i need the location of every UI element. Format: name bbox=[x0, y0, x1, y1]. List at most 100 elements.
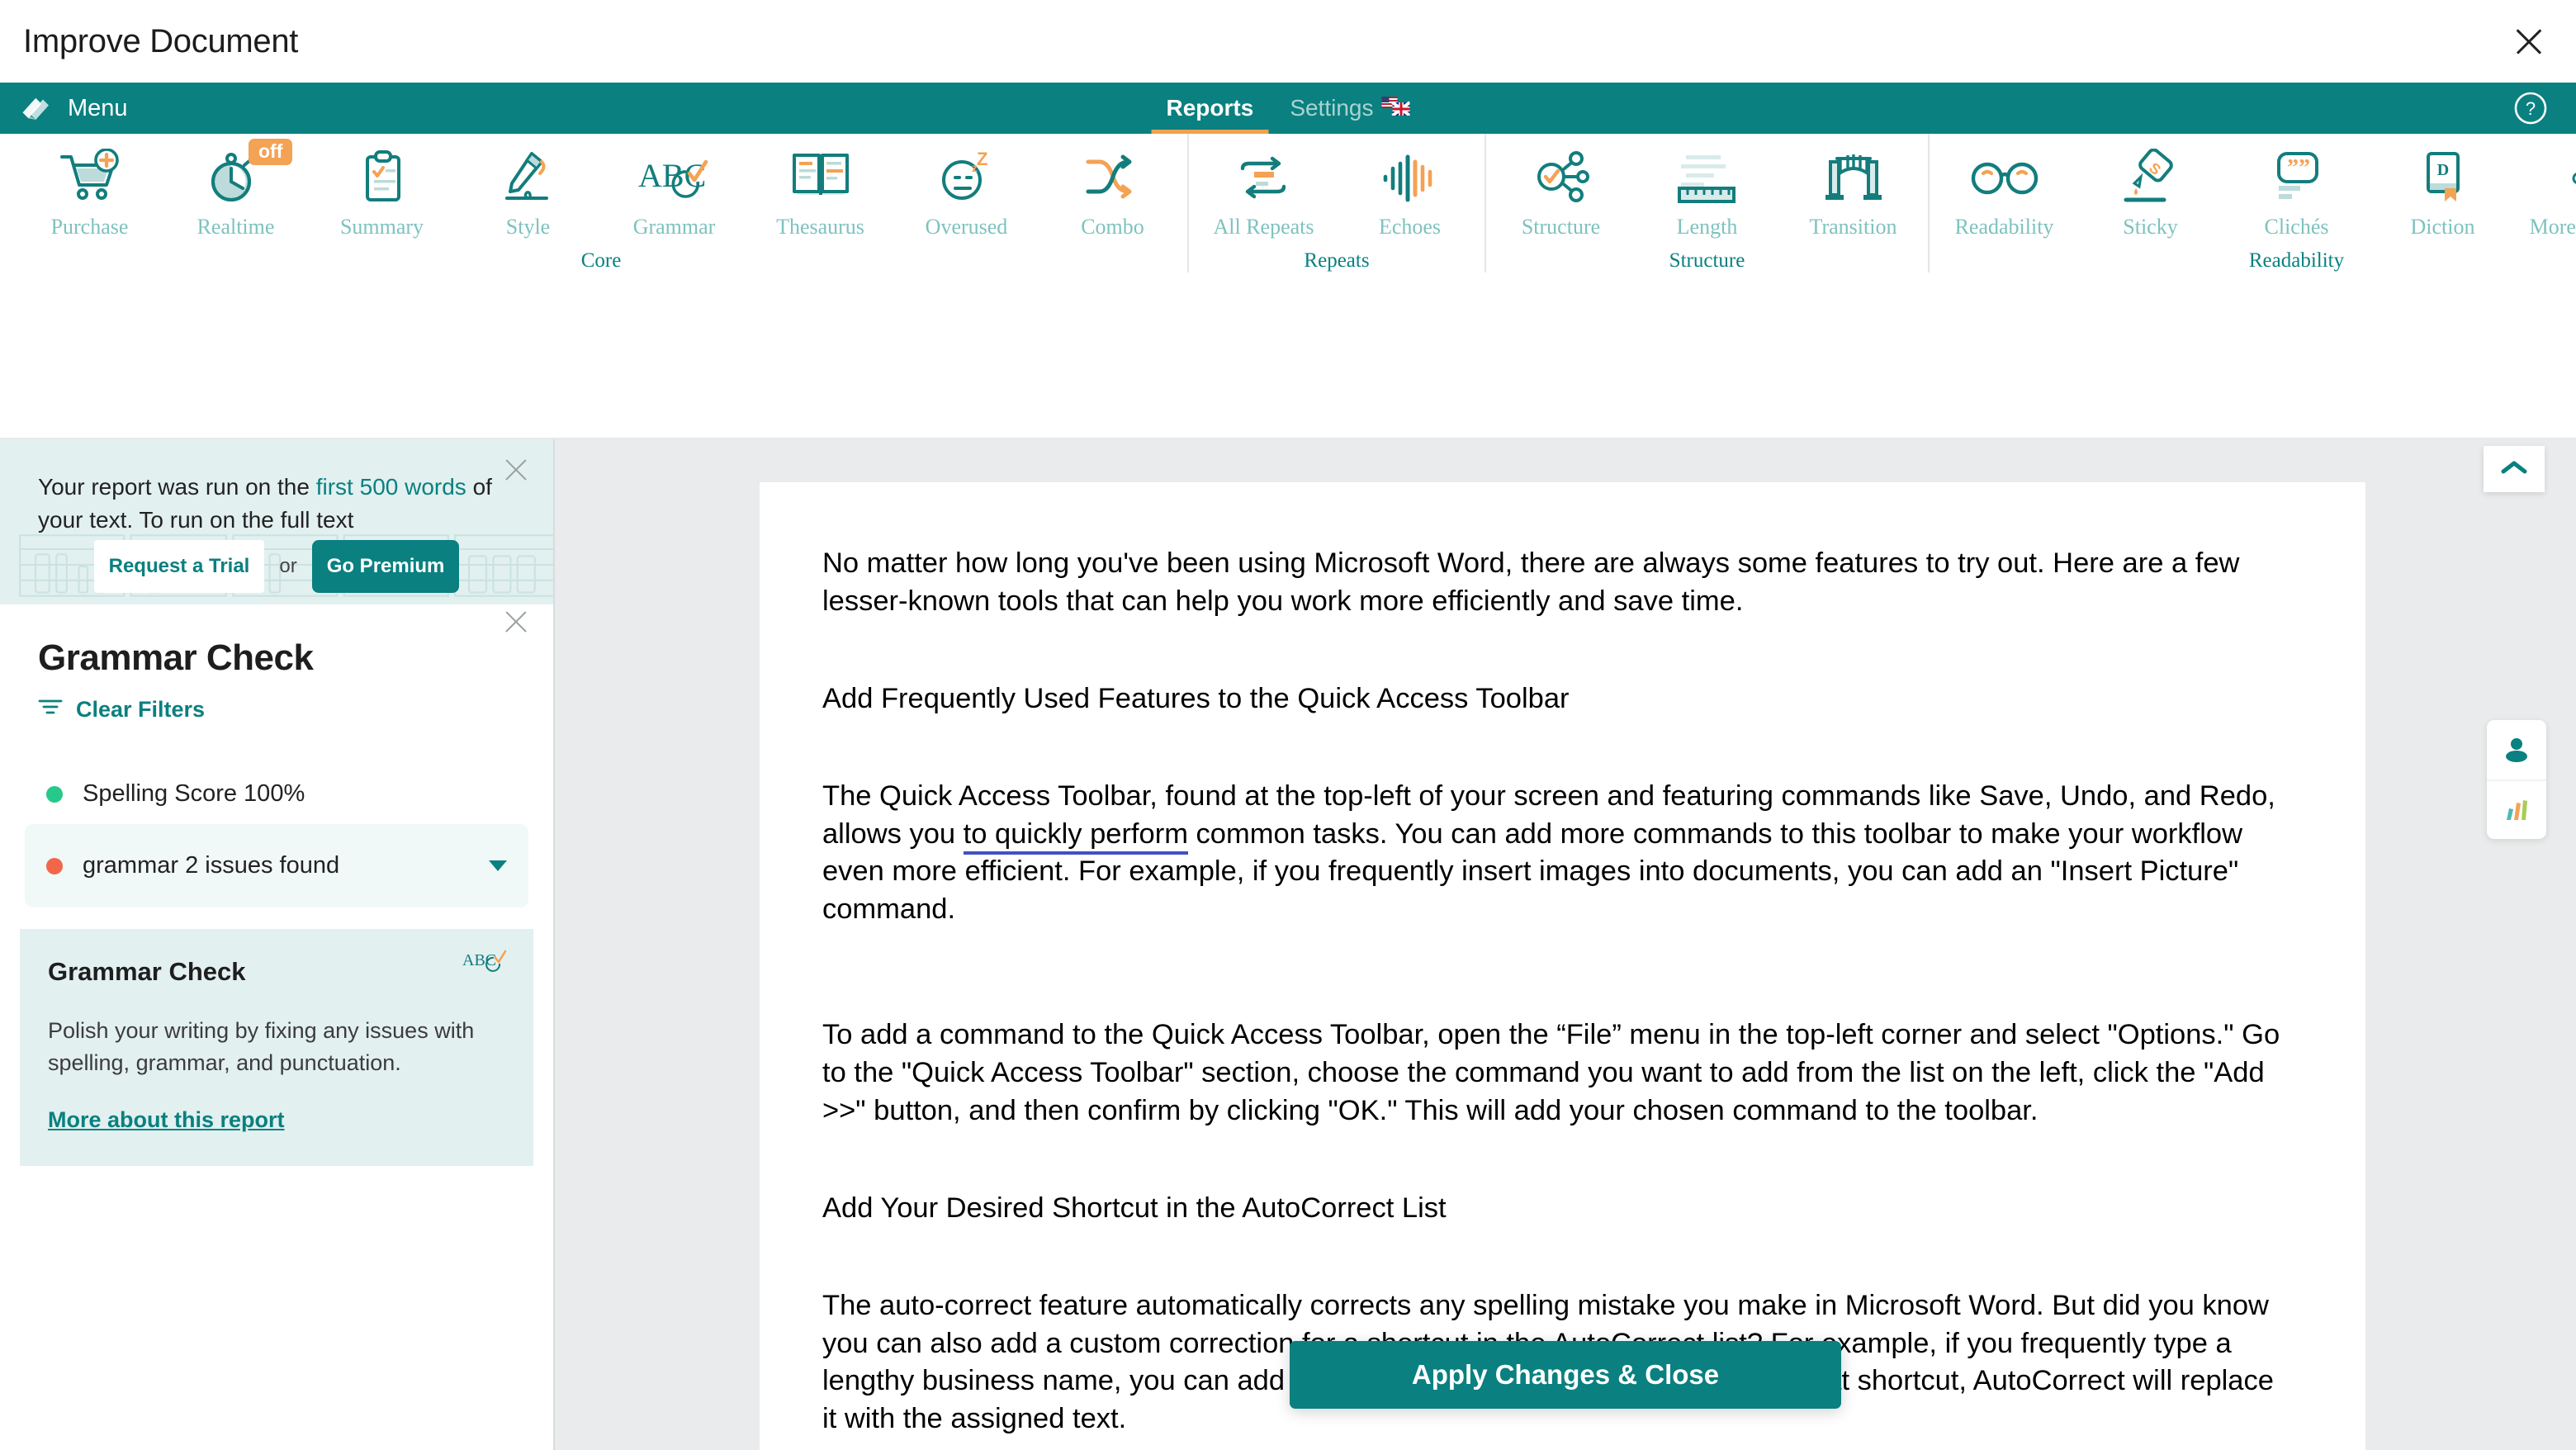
menu-button[interactable]: Menu bbox=[20, 91, 128, 126]
grammar-issue-highlight[interactable]: to quickly perform bbox=[963, 817, 1188, 855]
page-title: Improve Document bbox=[23, 22, 299, 59]
app-menubar: Menu Reports Settings ? bbox=[0, 83, 2576, 134]
tool-grammar[interactable]: ABC Grammar bbox=[601, 134, 747, 239]
stat-row-spelling-score[interactable]: Spelling Score 100% bbox=[25, 764, 528, 824]
realtime-status-badge: off bbox=[249, 139, 293, 166]
tool-overused[interactable]: Z z Overused bbox=[893, 134, 1039, 239]
promo-text-before: Your report was run on the bbox=[38, 474, 316, 500]
toolbar-group-structure-label: Structure bbox=[1669, 249, 1745, 272]
tool-combo[interactable]: Combo bbox=[1039, 134, 1186, 239]
help-circle-icon[interactable]: ? bbox=[2513, 91, 2548, 126]
document-heading: Add Your Desired Shortcut in the AutoCor… bbox=[822, 1192, 1447, 1224]
document-paragraph-with-issue: The Quick Access Toolbar, found at the t… bbox=[822, 778, 2288, 930]
document-area: No matter how long you've been using Mic… bbox=[555, 439, 2576, 1450]
document-paragraph: To add a command to the Quick Access Too… bbox=[822, 1019, 2280, 1126]
stats-bars-icon[interactable] bbox=[2487, 779, 2546, 839]
report-info-card: Grammar Check ABC Polish your writing by… bbox=[20, 929, 533, 1167]
tool-realtime-label: Realtime bbox=[197, 215, 275, 239]
report-title: Grammar Check bbox=[38, 637, 314, 678]
clipboard-check-icon bbox=[309, 145, 455, 210]
tool-echoes[interactable]: Echoes bbox=[1337, 134, 1483, 239]
tool-thesaurus[interactable]: Thesaurus bbox=[747, 134, 893, 239]
tool-length-label: Length bbox=[1676, 215, 1738, 239]
svg-text:z: z bbox=[972, 161, 978, 174]
svg-text:Z: Z bbox=[977, 149, 987, 169]
collapse-toolbar-button[interactable] bbox=[2484, 446, 2545, 492]
dictionary-book-icon: D bbox=[2370, 145, 2516, 210]
tool-style[interactable]: Style bbox=[455, 134, 601, 239]
report-stats-list: Spelling Score 100% grammar 2 issues fou… bbox=[0, 764, 553, 907]
tool-style-label: Style bbox=[505, 215, 551, 239]
more-about-report-link[interactable]: More about this report bbox=[48, 1107, 285, 1133]
chevron-up-icon bbox=[2500, 458, 2528, 481]
tool-readability-label: Readability bbox=[1954, 215, 2054, 239]
menu-label: Menu bbox=[68, 94, 128, 121]
svg-text:?: ? bbox=[2526, 98, 2536, 119]
document-side-tools bbox=[2487, 720, 2546, 839]
svg-text:D: D bbox=[2436, 161, 2448, 179]
tool-purchase[interactable]: Purchase bbox=[17, 134, 163, 239]
promo-close-icon[interactable] bbox=[500, 454, 532, 486]
clear-filters-button[interactable]: Clear Filters bbox=[38, 697, 205, 723]
toolbar-group-repeats-label: Repeats bbox=[1304, 249, 1370, 272]
tool-echoes-label: Echoes bbox=[1378, 215, 1442, 239]
info-card-title: Grammar Check bbox=[48, 957, 246, 986]
document-paragraph: No matter how long you've been using Mic… bbox=[822, 547, 2240, 617]
sound-wave-icon bbox=[1337, 145, 1483, 210]
app-body: Your report was run on the first 500 wor… bbox=[0, 439, 2576, 1450]
tool-sticky-label: Sticky bbox=[2123, 215, 2178, 239]
tool-diction[interactable]: D Diction bbox=[2370, 134, 2516, 239]
request-trial-button[interactable]: Request a Trial bbox=[93, 540, 265, 593]
tab-reports[interactable]: Reports bbox=[1148, 83, 1272, 134]
glue-bottle-icon: S bbox=[2077, 145, 2223, 210]
tool-sticky[interactable]: S Sticky bbox=[2077, 134, 2223, 239]
report-panel-close-icon[interactable] bbox=[500, 606, 532, 637]
go-premium-button[interactable]: Go Premium bbox=[311, 540, 460, 593]
tool-structure[interactable]: Structure bbox=[1488, 134, 1634, 239]
tool-summary[interactable]: Summary bbox=[309, 134, 455, 239]
user-account-icon[interactable] bbox=[2487, 720, 2546, 779]
stat-grammar-label: grammar 2 issues found bbox=[83, 852, 340, 879]
toolbar-group-core-label: Core bbox=[580, 249, 622, 272]
filter-icon bbox=[38, 697, 63, 723]
us-uk-flag-icon bbox=[1381, 95, 1411, 121]
main-tabs: Reports Settings bbox=[1148, 83, 1428, 134]
chevron-down-icon[interactable] bbox=[489, 860, 507, 871]
tab-settings[interactable]: Settings bbox=[1271, 83, 1428, 134]
promo-actions: Request a Trial or Go Premium bbox=[0, 528, 553, 604]
close-icon[interactable] bbox=[2510, 22, 2548, 60]
tool-all-repeats[interactable]: All Repeats bbox=[1191, 134, 1337, 239]
apply-changes-and-close-button[interactable]: Apply Changes & Close bbox=[1290, 1341, 1841, 1409]
stat-row-grammar-issues[interactable]: grammar 2 issues found bbox=[25, 824, 528, 907]
tool-combo-label: Combo bbox=[1081, 215, 1144, 239]
stat-spelling-label: Spelling Score 100% bbox=[83, 780, 305, 807]
tool-all-repeats-label: All Repeats bbox=[1213, 215, 1314, 239]
tool-summary-label: Summary bbox=[339, 215, 424, 239]
tool-more-reports[interactable]: More Reports bbox=[2516, 134, 2576, 239]
abc-check-icon: ABC bbox=[462, 947, 510, 979]
document-page[interactable]: No matter how long you've been using Mic… bbox=[760, 482, 2365, 1450]
shuffle-arrows-icon bbox=[1039, 145, 1186, 210]
tool-readability[interactable]: Readability bbox=[1931, 134, 2077, 239]
tool-realtime[interactable]: off Realtime bbox=[163, 134, 309, 239]
tab-settings-label: Settings bbox=[1290, 95, 1374, 121]
tool-length[interactable]: Length bbox=[1634, 134, 1780, 239]
svg-text:ABC: ABC bbox=[462, 951, 496, 969]
apply-changes-label: Apply Changes & Close bbox=[1411, 1359, 1720, 1390]
ruler-lines-icon bbox=[1634, 145, 1780, 210]
toolbar-group-readability: Readability S Sticky ”” Clichés D Dictio… bbox=[1928, 134, 2576, 272]
tool-transition-label: Transition bbox=[1809, 215, 1897, 239]
tool-transition[interactable]: Transition bbox=[1780, 134, 1926, 239]
tool-more-reports-label: More Reports bbox=[2529, 215, 2576, 239]
window-titlebar: Improve Document bbox=[0, 0, 2576, 83]
document-heading: Add Frequently Used Features to the Quic… bbox=[822, 682, 1570, 714]
tool-cliches[interactable]: ”” Clichés bbox=[2223, 134, 2370, 239]
tool-cliches-label: Clichés bbox=[2264, 215, 2329, 239]
ellipsis-circles-icon bbox=[2516, 145, 2576, 210]
toolbar-group-readability-label: Readability bbox=[2248, 249, 2345, 272]
